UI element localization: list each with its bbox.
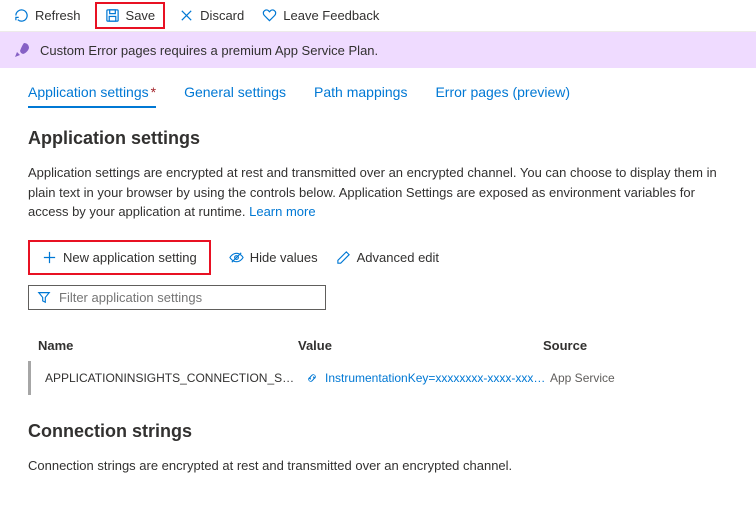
advanced-edit-label: Advanced edit xyxy=(357,250,439,265)
section-title: Application settings xyxy=(28,128,728,149)
learn-more-link[interactable]: Learn more xyxy=(249,204,315,219)
conn-title: Connection strings xyxy=(28,421,728,442)
col-source-header[interactable]: Source xyxy=(543,338,718,353)
settings-table: Name Value Source APPLICATIONINSIGHTS_CO… xyxy=(28,330,728,395)
rocket-icon xyxy=(14,42,30,58)
pencil-icon xyxy=(336,250,351,265)
save-label: Save xyxy=(126,8,156,23)
save-icon xyxy=(105,8,120,23)
discard-label: Discard xyxy=(200,8,244,23)
table-header: Name Value Source xyxy=(28,330,728,361)
filter-input[interactable] xyxy=(59,290,317,305)
tab-general-settings[interactable]: General settings xyxy=(184,84,286,108)
banner-text: Custom Error pages requires a premium Ap… xyxy=(40,43,378,58)
new-application-setting-button[interactable]: New application setting xyxy=(28,240,211,275)
eye-hide-icon xyxy=(229,250,244,265)
hide-values-label: Hide values xyxy=(250,250,318,265)
link-icon xyxy=(305,371,319,385)
cell-name: APPLICATIONINSIGHTS_CONNECTION_STRING xyxy=(45,371,305,385)
feedback-button[interactable]: Leave Feedback xyxy=(262,8,379,23)
close-icon xyxy=(179,8,194,23)
discard-button[interactable]: Discard xyxy=(179,8,244,23)
desc-text: Application settings are encrypted at re… xyxy=(28,165,717,219)
feedback-label: Leave Feedback xyxy=(283,8,379,23)
toolbar: Refresh Save Discard Leave Feedback xyxy=(0,0,756,32)
cell-value-text: InstrumentationKey=xxxxxxxx-xxxx-xxxx-xx… xyxy=(325,371,550,385)
cell-source: App Service xyxy=(550,371,718,385)
heart-icon xyxy=(262,8,277,23)
tab-application-settings[interactable]: Application settings* xyxy=(28,84,156,108)
premium-banner: Custom Error pages requires a premium Ap… xyxy=(0,32,756,68)
col-name-header[interactable]: Name xyxy=(38,338,298,353)
table-row[interactable]: APPLICATIONINSIGHTS_CONNECTION_STRING In… xyxy=(31,361,728,395)
filter-box[interactable] xyxy=(28,285,326,310)
plus-icon xyxy=(42,250,57,265)
actions-row: New application setting Hide values Adva… xyxy=(28,240,728,275)
refresh-label: Refresh xyxy=(35,8,81,23)
col-value-header[interactable]: Value xyxy=(298,338,543,353)
table-body: APPLICATIONINSIGHTS_CONNECTION_STRING In… xyxy=(28,361,728,395)
cell-value[interactable]: InstrumentationKey=xxxxxxxx-xxxx-xxxx-xx… xyxy=(305,371,550,385)
new-setting-label: New application setting xyxy=(63,250,197,265)
tab-path-mappings[interactable]: Path mappings xyxy=(314,84,407,108)
section-description: Application settings are encrypted at re… xyxy=(28,163,728,222)
refresh-icon xyxy=(14,8,29,23)
conn-desc: Connection strings are encrypted at rest… xyxy=(28,456,728,476)
tab-error-pages[interactable]: Error pages (preview) xyxy=(435,84,570,108)
filter-icon xyxy=(37,290,51,304)
app-settings-section: Application settings Application setting… xyxy=(0,108,756,405)
unsaved-indicator: * xyxy=(151,84,156,100)
hide-values-button[interactable]: Hide values xyxy=(229,250,318,265)
refresh-button[interactable]: Refresh xyxy=(14,8,81,23)
save-button[interactable]: Save xyxy=(95,2,166,29)
connection-strings-section: Connection strings Connection strings ar… xyxy=(0,405,756,509)
tab-label: Application settings xyxy=(28,84,149,100)
tabs: Application settings* General settings P… xyxy=(0,68,756,108)
advanced-edit-button[interactable]: Advanced edit xyxy=(336,250,439,265)
